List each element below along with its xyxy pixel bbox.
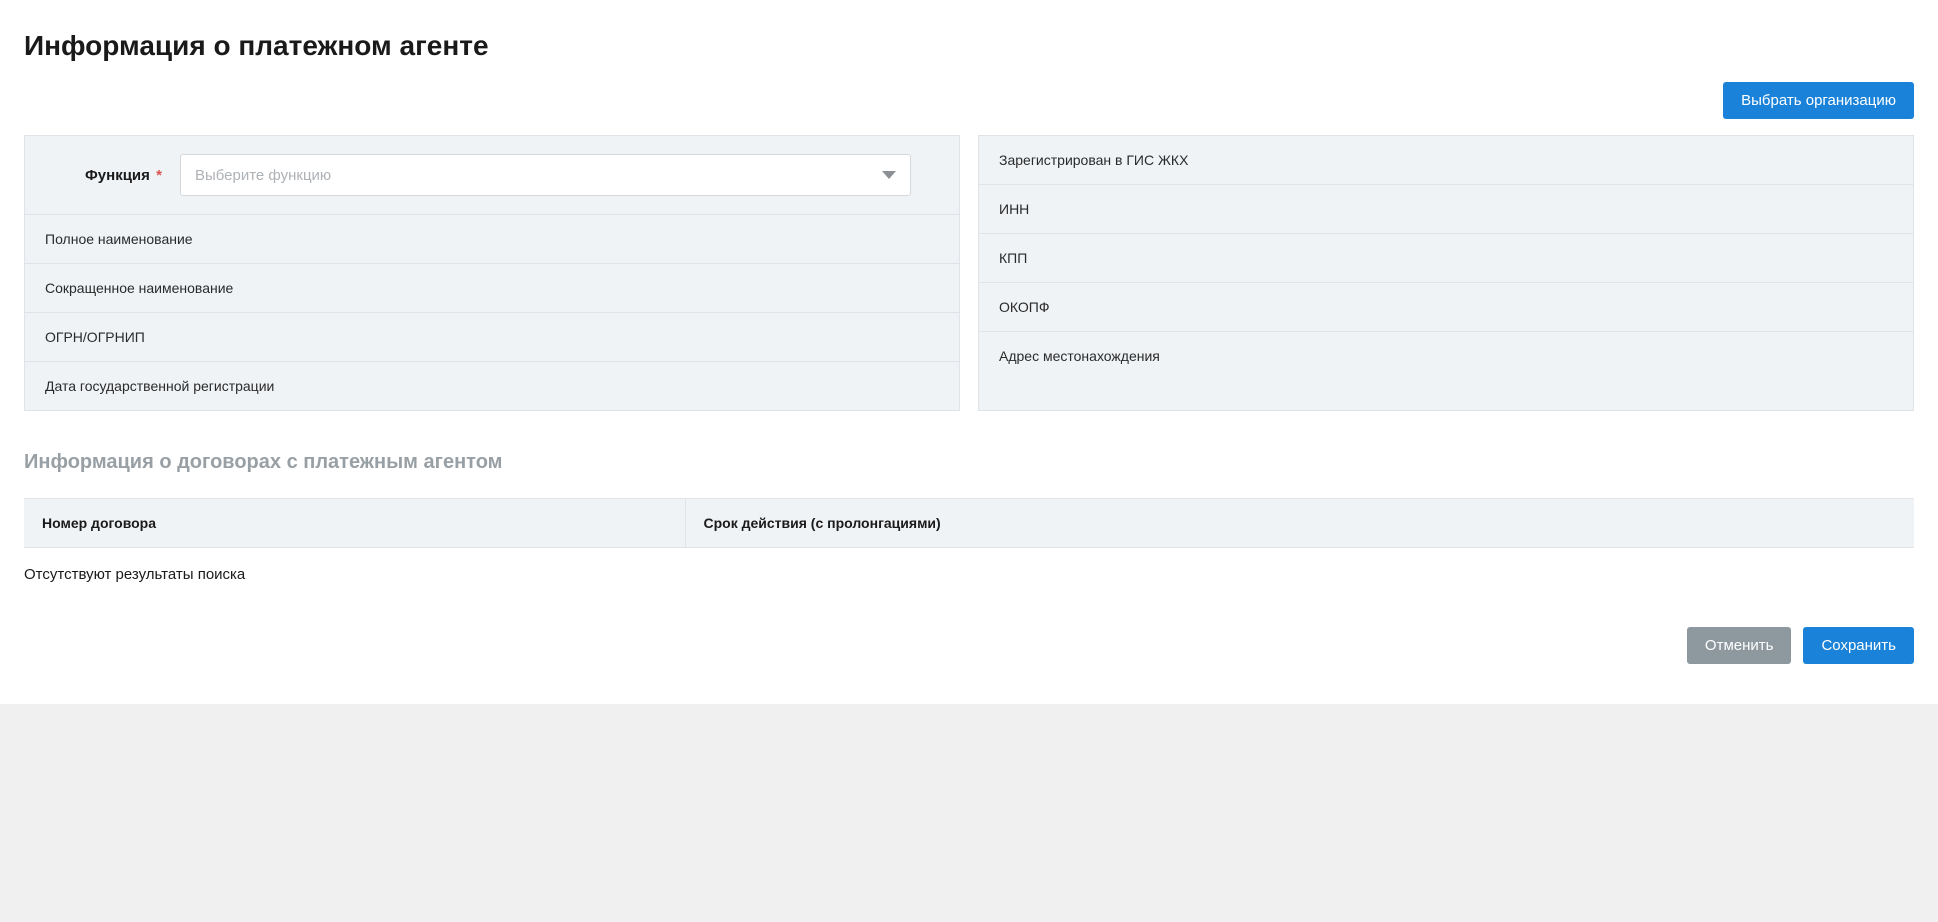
cancel-button[interactable]: Отменить [1687, 627, 1792, 664]
select-organization-button[interactable]: Выбрать организацию [1723, 82, 1914, 119]
column-header-contract-term: Срок действия (с пролонгациями) [686, 499, 1915, 547]
save-button[interactable]: Сохранить [1803, 627, 1914, 664]
field-ogrn: ОГРН/ОГРНИП [25, 313, 959, 362]
field-address: Адрес местонахождения [979, 332, 1913, 380]
contracts-section-title: Информация о договорах с платежным агент… [24, 451, 1914, 474]
field-okopf: ОКОПФ [979, 283, 1913, 332]
page-title: Информация о платежном агенте [24, 30, 1914, 62]
agent-info-right-panel: Зарегистрирован в ГИС ЖКХ ИНН КПП ОКОПФ … [978, 135, 1914, 411]
function-select[interactable]: Выберите функцию [180, 154, 911, 196]
field-kpp: КПП [979, 234, 1913, 283]
field-registration-date: Дата государственной регистрации [25, 362, 959, 410]
field-short-name: Сокращенное наименование [25, 264, 959, 313]
field-gis-registration: Зарегистрирован в ГИС ЖКХ [979, 136, 1913, 185]
column-header-contract-number: Номер договора [24, 499, 686, 547]
required-asterisk: * [156, 167, 162, 184]
chevron-down-icon [882, 171, 896, 179]
agent-info-left-panel: Функция * Выберите функцию Полное наимен… [24, 135, 960, 411]
empty-results-message: Отсутствуют результаты поиска [24, 562, 1914, 587]
field-full-name: Полное наименование [25, 215, 959, 264]
function-label: Функция * [85, 167, 162, 184]
contracts-table: Номер договора Срок действия (с пролонга… [24, 498, 1914, 548]
field-inn: ИНН [979, 185, 1913, 234]
function-select-placeholder: Выберите функцию [195, 167, 882, 184]
